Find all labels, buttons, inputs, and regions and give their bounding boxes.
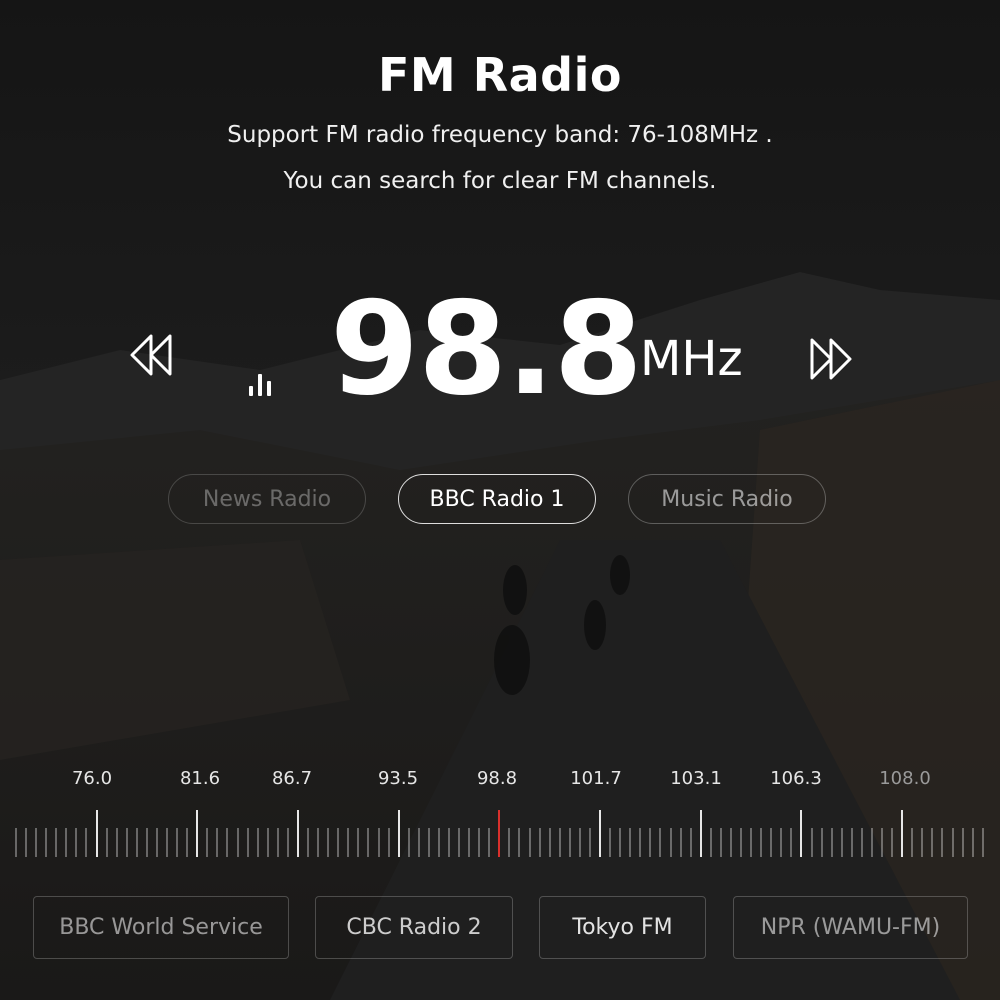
scale-label: 103.1 [670, 768, 722, 789]
scale-label: 108.0 [879, 768, 931, 789]
scale-label: 76.0 [71, 768, 113, 789]
scale-label: 86.7 [271, 768, 313, 789]
scale-label: 106.3 [770, 768, 822, 789]
scale-label: 93.5 [377, 768, 419, 789]
frequency-unit: MHz [640, 331, 743, 387]
rewind-icon[interactable] [128, 332, 174, 378]
fast-forward-icon[interactable] [808, 336, 854, 382]
scale-label: 101.7 [570, 768, 622, 789]
frequency-scale[interactable] [0, 800, 1000, 870]
page-title: FM Radio [378, 48, 622, 102]
frequency-display: 98.8 [330, 275, 643, 424]
station-cbc-radio-2[interactable]: CBC Radio 2 [315, 896, 513, 959]
subtitle-band: Support FM radio frequency band: 76-108M… [227, 122, 773, 148]
preset-chip-bbc-radio-1[interactable]: BBC Radio 1 [398, 474, 596, 524]
station-tokyo-fm[interactable]: Tokyo FM [539, 896, 706, 959]
station-npr-wamu-fm[interactable]: NPR (WAMU-FM) [733, 896, 968, 959]
preset-chip-news-radio[interactable]: News Radio [168, 474, 366, 524]
signal-bars-icon [249, 374, 271, 396]
preset-chip-music-radio[interactable]: Music Radio [628, 474, 826, 524]
subtitle-search: You can search for clear FM channels. [283, 168, 717, 194]
scale-label-current: 98.8 [476, 768, 518, 789]
scale-label: 81.6 [179, 768, 221, 789]
tuner: 98.8 MHz [0, 280, 1000, 420]
station-bbc-world-service[interactable]: BBC World Service [33, 896, 289, 959]
